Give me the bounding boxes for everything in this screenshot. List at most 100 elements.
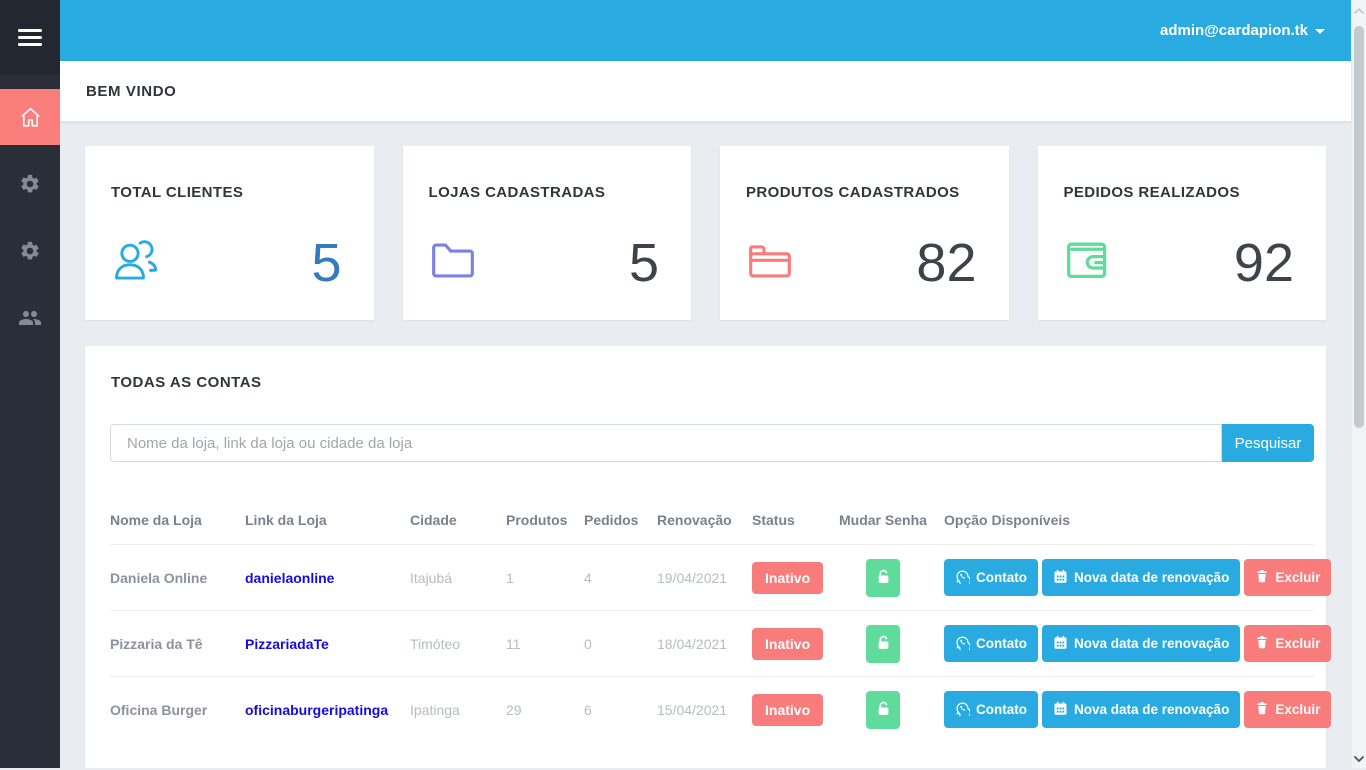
trash-icon (1255, 701, 1269, 718)
sidebar (0, 0, 60, 768)
contact-button[interactable]: Contato (944, 625, 1038, 662)
store-products: 11 (506, 611, 584, 677)
scrollbar[interactable] (1351, 0, 1366, 768)
store-renewal: 15/04/2021 (657, 677, 752, 743)
search-bar: Pesquisar (110, 424, 1314, 462)
table-header-row: Nome da Loja Link da Loja Cidade Produto… (110, 498, 1314, 545)
stat-label: PRODUTOS CADASTRADOS (746, 184, 983, 201)
sidebar-item-settings-1[interactable] (0, 156, 60, 212)
user-email: admin@cardapion.tk (1160, 22, 1308, 39)
stores-folder-icon (427, 235, 479, 286)
store-orders: 0 (584, 611, 657, 677)
scrollbar-thumb[interactable] (1354, 26, 1364, 428)
row-actions: Contato Nova data de renovação Excluir (944, 559, 1310, 596)
col-header-orders: Pedidos (584, 498, 657, 545)
row-actions: Contato Nova data de renovação Excluir (944, 625, 1310, 662)
accounts-panel: TODAS AS CONTAS Pesquisar Nome da Loja L… (85, 346, 1326, 768)
col-header-renewal: Renovação (657, 498, 752, 545)
col-header-password: Mudar Senha (839, 498, 944, 545)
stat-value: 82 (916, 236, 976, 290)
change-password-button[interactable] (866, 559, 900, 597)
renew-date-button[interactable]: Nova data de renovação (1042, 559, 1240, 596)
store-products: 29 (506, 677, 584, 743)
chevron-down-icon (1315, 29, 1325, 34)
products-folder-icon (744, 235, 796, 286)
renew-date-button[interactable]: Nova data de renovação (1042, 691, 1240, 728)
whatsapp-icon (955, 569, 970, 587)
store-products: 1 (506, 545, 584, 611)
store-renewal: 19/04/2021 (657, 545, 752, 611)
stat-value: 92 (1234, 236, 1294, 290)
table-row: Pizzaria da Tê PizzariadaTe Timóteo 11 0… (110, 611, 1314, 677)
col-header-status: Status (752, 498, 839, 545)
sidebar-item-users[interactable] (0, 290, 60, 346)
col-header-city: Cidade (410, 498, 506, 545)
contact-button[interactable]: Contato (944, 691, 1038, 728)
store-city: Itajubá (410, 545, 506, 611)
scroll-up-icon[interactable] (1353, 4, 1365, 16)
col-header-options: Opção Disponíveis (944, 498, 1314, 545)
user-dropdown[interactable]: admin@cardapion.tk (1160, 22, 1325, 39)
delete-button[interactable]: Excluir (1244, 691, 1331, 728)
delete-button[interactable]: Excluir (1244, 625, 1331, 662)
stat-card-products: PRODUTOS CADASTRADOS 82 (720, 146, 1009, 320)
sidebar-toggle[interactable] (0, 0, 60, 75)
store-city: Ipatinga (410, 677, 506, 743)
whatsapp-icon (955, 635, 970, 653)
table-row: Daniela Online danielaonline Itajubá 1 4… (110, 545, 1314, 611)
table-row: Oficina Burger oficinaburgeripatinga Ipa… (110, 677, 1314, 743)
trash-icon (1255, 635, 1269, 652)
status-badge: Inativo (752, 562, 823, 594)
users-icon (18, 306, 42, 330)
stat-value: 5 (311, 236, 341, 290)
search-button[interactable]: Pesquisar (1222, 424, 1314, 462)
main-content: TOTAL CLIENTES 5 LOJAS CADASTRADAS 5 (60, 121, 1351, 768)
calendar-icon (1053, 701, 1068, 719)
scroll-down-icon[interactable] (1353, 752, 1365, 764)
store-city: Timóteo (410, 611, 506, 677)
stat-card-orders: PEDIDOS REALIZADOS 92 (1038, 146, 1327, 320)
sidebar-item-settings-2[interactable] (0, 223, 60, 279)
accounts-table: Nome da Loja Link da Loja Cidade Produto… (110, 498, 1314, 743)
status-badge: Inativo (752, 694, 823, 726)
accounts-title: TODAS AS CONTAS (111, 374, 1314, 391)
store-name: Daniela Online (110, 545, 245, 611)
orders-wallet-icon (1062, 235, 1114, 286)
home-icon (18, 105, 43, 130)
col-header-products: Produtos (506, 498, 584, 545)
renew-date-button[interactable]: Nova data de renovação (1042, 625, 1240, 662)
status-badge: Inativo (752, 628, 823, 660)
store-link[interactable]: danielaonline (245, 570, 334, 586)
delete-button[interactable]: Excluir (1244, 559, 1331, 596)
contact-button[interactable]: Contato (944, 559, 1038, 596)
store-link[interactable]: oficinaburgeripatinga (245, 702, 388, 718)
col-header-link: Link da Loja (245, 498, 410, 545)
calendar-icon (1053, 635, 1068, 653)
page-header: BEM VINDO (60, 61, 1351, 121)
store-orders: 4 (584, 545, 657, 611)
gear-icon (19, 240, 41, 262)
stat-card-stores: LOJAS CADASTRADAS 5 (403, 146, 692, 320)
stat-value: 5 (629, 236, 659, 290)
unlock-icon (875, 700, 892, 720)
sidebar-item-home[interactable] (0, 89, 60, 145)
page-title: BEM VINDO (86, 83, 176, 100)
store-orders: 6 (584, 677, 657, 743)
col-header-name: Nome da Loja (110, 498, 245, 545)
trash-icon (1255, 569, 1269, 586)
gear-icon (19, 173, 41, 195)
store-renewal: 18/04/2021 (657, 611, 752, 677)
row-actions: Contato Nova data de renovação Excluir (944, 691, 1310, 728)
unlock-icon (875, 568, 892, 588)
calendar-icon (1053, 569, 1068, 587)
stat-label: LOJAS CADASTRADAS (429, 184, 666, 201)
stat-card-clients: TOTAL CLIENTES 5 (85, 146, 374, 320)
menu-icon (18, 25, 42, 50)
search-input[interactable] (110, 424, 1222, 462)
change-password-button[interactable] (866, 625, 900, 663)
store-link[interactable]: PizzariadaTe (245, 636, 329, 652)
stat-label: PEDIDOS REALIZADOS (1064, 184, 1301, 201)
clients-icon (109, 233, 163, 286)
change-password-button[interactable] (866, 691, 900, 729)
store-name: Pizzaria da Tê (110, 611, 245, 677)
